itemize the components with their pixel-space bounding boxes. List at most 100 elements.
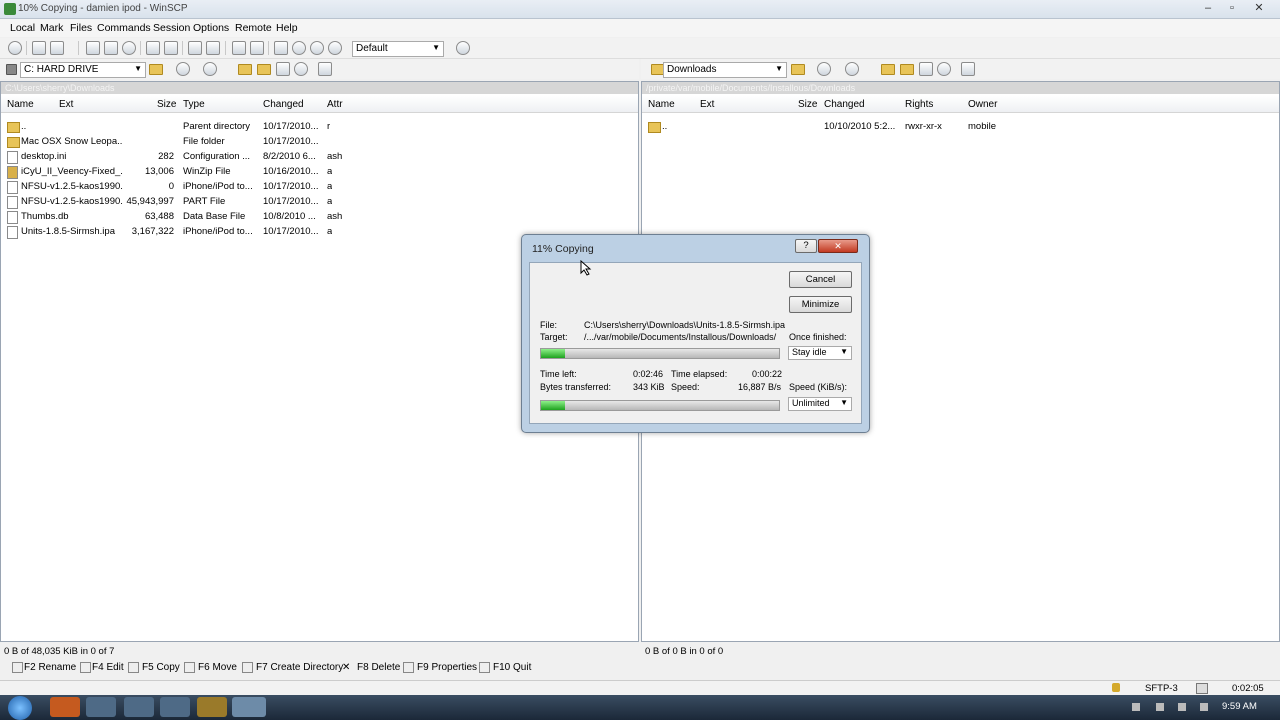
column-name[interactable]: Name: [7, 99, 34, 110]
forward-arrow-icon[interactable]: [845, 62, 859, 76]
unselect-files-icon[interactable]: [250, 41, 264, 55]
column-changed[interactable]: Changed: [824, 99, 865, 110]
tray-volume-icon[interactable]: [1200, 703, 1208, 711]
root-directory-icon[interactable]: [257, 64, 271, 75]
f6-move-button[interactable]: F6 Move: [198, 662, 237, 673]
f4-edit-button[interactable]: F4 Edit: [92, 662, 124, 673]
browser-task-icon[interactable]: [160, 697, 190, 717]
menu-session[interactable]: Session: [153, 22, 190, 34]
menu-mark[interactable]: Mark: [40, 22, 63, 34]
column-size[interactable]: Size: [798, 99, 817, 110]
firefox-task-icon[interactable]: [50, 697, 80, 717]
new-session-icon[interactable]: [188, 41, 202, 55]
column-rights[interactable]: Rights: [905, 99, 933, 110]
column-ext[interactable]: Ext: [59, 99, 73, 110]
minimize-button[interactable]: Minimize: [789, 296, 852, 313]
menu-options[interactable]: Options: [193, 22, 229, 34]
queue-options-icon[interactable]: [50, 41, 64, 55]
taskbar-clock[interactable]: 9:59 AM: [1222, 701, 1257, 712]
table-row[interactable]: NFSU-v1.2.5-kaos1990... 45,943,997 PART Fi…: [1, 194, 638, 209]
tray-flag-icon[interactable]: [1132, 703, 1140, 711]
putty-icon[interactable]: [164, 41, 178, 55]
site-manager-icon[interactable]: [206, 41, 220, 55]
transfer-profile-select[interactable]: Default ▼: [352, 41, 444, 57]
parent-directory-icon[interactable]: [238, 64, 252, 75]
home-icon[interactable]: [276, 62, 290, 76]
menu-local[interactable]: Local: [10, 22, 35, 34]
menu-remote[interactable]: Remote: [235, 22, 272, 34]
left-drive-select[interactable]: C: HARD DRIVE ▼: [20, 62, 146, 78]
minimize-window-button[interactable]: –: [1196, 1, 1220, 15]
close-window-button[interactable]: ✕: [1244, 1, 1274, 15]
table-row[interactable]: Mac OSX Snow Leopa... File folder 10/17/20…: [1, 134, 638, 149]
start-button-icon[interactable]: [8, 696, 32, 720]
explorer-task-icon[interactable]: [86, 697, 116, 717]
table-row[interactable]: NFSU-v1.2.5-kaos1990... 0 iPhone/iPod to..…: [1, 179, 638, 194]
compare-directories-icon[interactable]: [86, 41, 100, 55]
cancel-button[interactable]: Cancel: [789, 271, 852, 288]
keep-up-to-date-icon[interactable]: [328, 41, 342, 55]
file-label: File:: [540, 320, 558, 330]
f9-properties-button[interactable]: F9 Properties: [417, 662, 477, 673]
session-options-icon[interactable]: [456, 41, 470, 55]
column-name[interactable]: Name: [648, 99, 675, 110]
forward-arrow-icon[interactable]: [203, 62, 217, 76]
synchronize-icon[interactable]: [104, 41, 118, 55]
tree-view-icon[interactable]: [961, 62, 975, 76]
app-task-icon[interactable]: [197, 697, 227, 717]
mouse-cursor-icon: [580, 260, 592, 276]
menu-files[interactable]: Files: [70, 22, 92, 34]
left-selection-status: 0 B of 48,035 KiB in 0 of 7: [4, 646, 115, 657]
preferences-gear-icon[interactable]: [8, 41, 22, 55]
f10-quit-button[interactable]: F10 Quit: [493, 662, 531, 673]
f7-create-directory-button[interactable]: F7 Create Directory: [256, 662, 343, 673]
maximize-window-button[interactable]: ▫: [1220, 1, 1244, 15]
root-directory-icon[interactable]: [900, 64, 914, 75]
back-arrow-icon[interactable]: [176, 62, 190, 76]
terminal-icon[interactable]: [146, 41, 160, 55]
f8-delete-button[interactable]: F8 Delete: [357, 662, 400, 673]
table-row[interactable]: .. 10/10/2010 5:2... rwxr-xr-x mobile: [642, 119, 1279, 134]
back-arrow-icon[interactable]: [817, 62, 831, 76]
transfer-settings-icon[interactable]: [292, 41, 306, 55]
queue-icon[interactable]: [32, 41, 46, 55]
column-size[interactable]: Size: [157, 99, 176, 110]
select-files-icon[interactable]: [232, 41, 246, 55]
column-changed[interactable]: Changed: [263, 99, 304, 110]
toolbar-separator: [140, 41, 141, 55]
column-type[interactable]: Type: [183, 99, 205, 110]
table-row[interactable]: iCyU_II_Veency-Fixed_... 13,006 WinZip Fil…: [1, 164, 638, 179]
speed-limit-select[interactable]: Unlimited ▼: [788, 397, 852, 411]
menu-commands[interactable]: Commands: [97, 22, 151, 34]
filter-icon[interactable]: [274, 41, 288, 55]
refresh-icon[interactable]: [294, 62, 308, 76]
dialog-close-button[interactable]: ✕: [818, 239, 858, 253]
table-row[interactable]: .. Parent directory 10/17/2010... r: [1, 119, 638, 134]
winscp-task-icon[interactable]: [232, 697, 266, 717]
tray-network-icon[interactable]: [1156, 703, 1164, 711]
parent-directory-icon[interactable]: [881, 64, 895, 75]
once-finished-select[interactable]: Stay idle ▼: [788, 346, 852, 360]
open-folder-icon[interactable]: [149, 64, 163, 75]
speed-label: Speed:: [671, 382, 700, 392]
right-folder-select[interactable]: Downloads ▼: [663, 62, 787, 78]
sync-browsing-icon[interactable]: [310, 41, 324, 55]
column-attr[interactable]: Attr: [327, 99, 343, 110]
refresh-icon[interactable]: [122, 41, 136, 55]
media-task-icon[interactable]: [124, 697, 154, 717]
home-icon[interactable]: [919, 62, 933, 76]
tree-view-icon[interactable]: [318, 62, 332, 76]
tray-battery-icon[interactable]: [1178, 703, 1186, 711]
open-folder-icon[interactable]: [791, 64, 805, 75]
menu-help[interactable]: Help: [276, 22, 298, 34]
f2-rename-button[interactable]: F2 Rename: [24, 662, 76, 673]
folder-icon: [7, 137, 20, 148]
chevron-down-icon: ▼: [432, 43, 440, 52]
dialog-help-button[interactable]: ?: [795, 239, 817, 253]
column-ext[interactable]: Ext: [700, 99, 714, 110]
column-owner[interactable]: Owner: [968, 99, 997, 110]
table-row[interactable]: Thumbs.db 63,488 Data Base File 10/8/2010 .…: [1, 209, 638, 224]
table-row[interactable]: desktop.ini 282 Configuration ... 8/2/2010 …: [1, 149, 638, 164]
f5-copy-button[interactable]: F5 Copy: [142, 662, 180, 673]
refresh-icon[interactable]: [937, 62, 951, 76]
